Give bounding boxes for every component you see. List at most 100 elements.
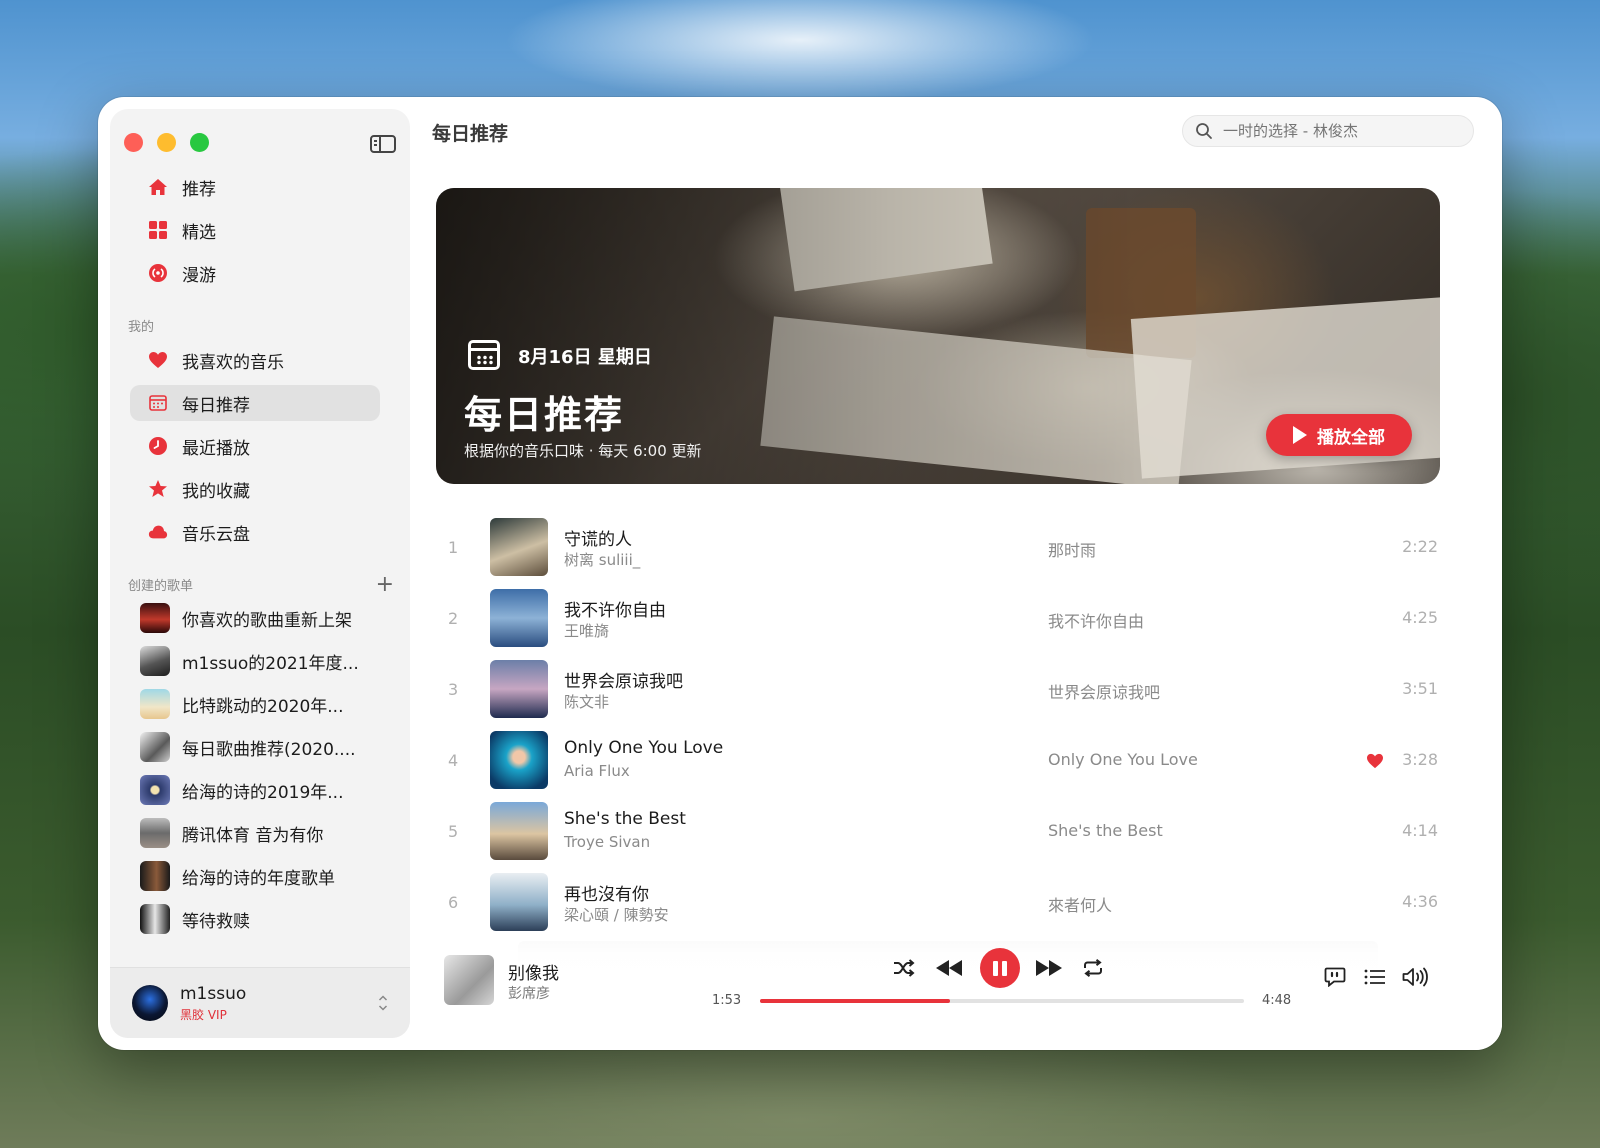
track-duration: 3:28 xyxy=(1402,750,1438,769)
playlist-cover xyxy=(140,603,170,633)
nav-label: 我喜欢的音乐 xyxy=(182,352,284,373)
playlist-item[interactable]: m1ssuo的2021年度... xyxy=(140,643,390,679)
playlist-item[interactable]: 比特跳动的2020年... xyxy=(140,686,390,722)
track-duration: 4:25 xyxy=(1402,608,1438,627)
track-row[interactable]: 2 我不许你自由 王唯旖 我不许你自由 4:25 xyxy=(436,587,1440,651)
app-window: 推荐 精选 漫游 我的 我喜欢的音乐 每日推荐 最近播放 我的收藏 音乐云盘 创… xyxy=(98,97,1502,1050)
track-artist[interactable]: Aria Flux xyxy=(564,762,630,780)
pause-icon xyxy=(1002,960,1007,976)
track-artist[interactable]: 梁心頤 / 陳勢安 xyxy=(564,904,669,925)
track-artist[interactable]: 王唯旖 xyxy=(564,620,609,641)
nav-item-featured[interactable]: 精选 xyxy=(130,212,380,248)
track-cover xyxy=(490,802,548,860)
playlist-item[interactable]: 每日歌曲推荐(2020.... xyxy=(140,729,390,765)
track-cover xyxy=(490,731,548,789)
track-artist[interactable]: Troye Sivan xyxy=(564,833,650,851)
rewind-icon xyxy=(936,960,962,976)
banner-date: 8月16日 星期日 xyxy=(518,347,652,368)
nav-item-cloud[interactable]: 音乐云盘 xyxy=(130,514,380,550)
pause-button[interactable] xyxy=(980,948,1020,988)
track-row[interactable]: 3 世界会原谅我吧 陈文非 世界会原谅我吧 3:51 xyxy=(436,658,1440,722)
zoom-button[interactable] xyxy=(190,133,209,152)
next-button[interactable] xyxy=(1034,955,1064,981)
pause-icon xyxy=(993,960,998,976)
playlist-label: 给海的诗的2019年... xyxy=(182,782,344,803)
nav-label: 音乐云盘 xyxy=(182,524,250,545)
nav-item-daily[interactable]: 每日推荐 xyxy=(130,385,380,421)
page-title: 每日推荐 xyxy=(432,123,509,145)
playlist-item[interactable]: 给海的诗的年度歌单 xyxy=(140,858,390,894)
user-account[interactable]: m1ssuo 黑胶 VIP xyxy=(110,967,410,1038)
playlist-item[interactable]: 等待救赎 xyxy=(140,901,390,937)
now-playing-title: 别像我 xyxy=(508,964,559,984)
nav-item-recent[interactable]: 最近播放 xyxy=(130,428,380,464)
search-input[interactable] xyxy=(1221,121,1455,141)
track-duration: 3:51 xyxy=(1402,679,1438,698)
nav-label: 最近播放 xyxy=(182,438,250,459)
track-row[interactable]: 6 再也沒有你 梁心頤 / 陳勢安 來者何人 4:36 xyxy=(436,871,1440,935)
playlist-item[interactable]: 你喜欢的歌曲重新上架 xyxy=(140,600,390,636)
now-playing-cover[interactable] xyxy=(444,955,494,1005)
nav-item-recommend[interactable]: 推荐 xyxy=(130,169,380,205)
playlist-cover xyxy=(140,646,170,676)
play-icon xyxy=(1293,426,1307,444)
track-row[interactable]: 5 She's the Best Troye Sivan She's the B… xyxy=(436,800,1440,864)
close-button[interactable] xyxy=(124,133,143,152)
nav-label: 每日推荐 xyxy=(182,395,250,416)
sidebar: 推荐 精选 漫游 我的 我喜欢的音乐 每日推荐 最近播放 我的收藏 音乐云盘 创… xyxy=(110,109,410,1038)
sidebar-toggle-icon[interactable] xyxy=(370,135,396,153)
queue-button[interactable] xyxy=(1362,965,1388,989)
shuffle-icon xyxy=(894,959,915,977)
track-row[interactable]: 4 Only One You Love Aria Flux Only One Y… xyxy=(436,729,1440,793)
lyrics-button[interactable] xyxy=(1322,965,1348,989)
playlist-label: 等待救赎 xyxy=(182,911,250,932)
progress-bar[interactable] xyxy=(760,999,1244,1003)
track-title: 再也沒有你 xyxy=(564,885,649,905)
nav-item-liked-music[interactable]: 我喜欢的音乐 xyxy=(130,342,380,378)
daily-banner: 8月16日 星期日 每日推荐 根据你的音乐口味 · 每天 6:00 更新 播放全… xyxy=(436,188,1440,484)
track-album[interactable]: She's the Best xyxy=(1048,821,1163,840)
playlist-item[interactable]: 给海的诗的2019年... xyxy=(140,772,390,808)
liked-heart-icon[interactable] xyxy=(1366,753,1384,769)
playlist-label: 腾讯体育 音为有你 xyxy=(182,825,324,846)
track-album[interactable]: 來者何人 xyxy=(1048,892,1112,916)
track-artist[interactable]: 树离 suliii_ xyxy=(564,549,640,570)
player-bar xyxy=(418,935,1502,1050)
track-title: 我不许你自由 xyxy=(564,601,666,621)
track-row[interactable]: 1 守谎的人 树离 suliii_ 那时雨 2:22 xyxy=(436,516,1440,580)
track-title: 世界会原谅我吧 xyxy=(564,672,683,692)
repeat-button[interactable] xyxy=(1080,956,1106,980)
progress-fill xyxy=(760,999,951,1003)
total-time: 4:48 xyxy=(1262,993,1292,1008)
nav-label: 精选 xyxy=(182,222,216,243)
track-cover xyxy=(490,518,548,576)
track-album[interactable]: 世界会原谅我吧 xyxy=(1048,679,1160,703)
vip-badge: 黑胶 VIP xyxy=(180,1007,227,1022)
cloud-icon xyxy=(148,522,168,542)
search-icon xyxy=(1196,123,1212,139)
playlist-item[interactable]: 腾讯体育 音为有你 xyxy=(140,815,390,851)
previous-button[interactable] xyxy=(934,955,964,981)
track-title: She's the Best xyxy=(564,809,686,829)
track-duration: 4:14 xyxy=(1402,821,1438,840)
chevron-updown-icon[interactable] xyxy=(378,994,388,1012)
nav-item-roam[interactable]: 漫游 xyxy=(130,255,380,291)
minimize-button[interactable] xyxy=(157,133,176,152)
track-number: 5 xyxy=(448,822,459,841)
playlist-label: m1ssuo的2021年度... xyxy=(182,653,359,674)
track-album[interactable]: Only One You Love xyxy=(1048,750,1198,769)
now-playing-artist[interactable]: 彭席彦 xyxy=(508,983,550,1003)
volume-button[interactable] xyxy=(1400,965,1430,989)
nav-item-collection[interactable]: 我的收藏 xyxy=(130,471,380,507)
track-number: 1 xyxy=(448,538,459,557)
track-album[interactable]: 我不许你自由 xyxy=(1048,608,1144,632)
search-box[interactable] xyxy=(1182,115,1474,147)
repeat-icon xyxy=(1084,959,1102,977)
track-title: 守谎的人 xyxy=(564,530,632,550)
track-artist[interactable]: 陈文非 xyxy=(564,691,609,712)
track-album[interactable]: 那时雨 xyxy=(1048,537,1096,561)
add-playlist-icon[interactable]: + xyxy=(376,574,394,596)
shuffle-button[interactable] xyxy=(890,956,918,980)
track-title: Only One You Love xyxy=(564,738,724,758)
play-all-button[interactable]: 播放全部 xyxy=(1266,414,1412,456)
